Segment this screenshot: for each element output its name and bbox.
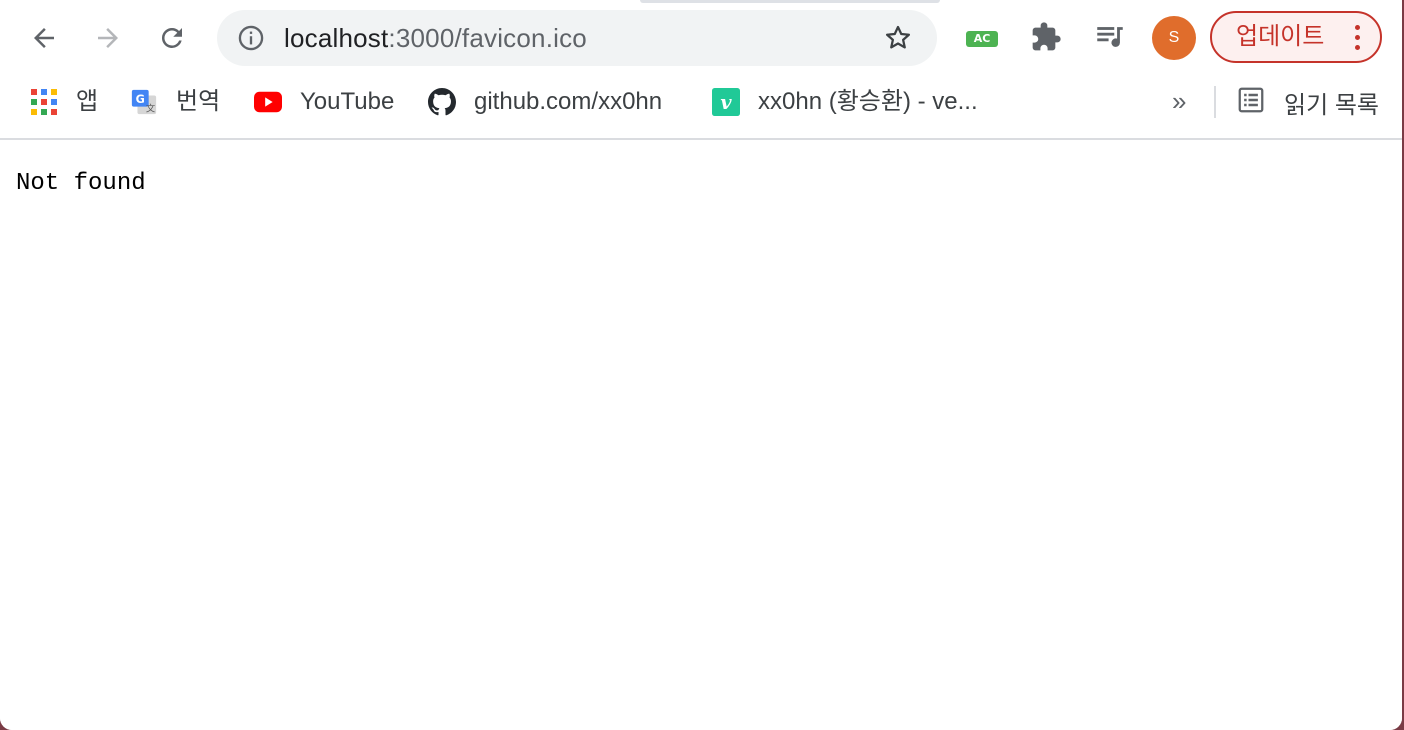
bookmarks-bar: 앱 G文 번역 YouTube github.com/xx0hn v xx0hn… (0, 76, 1402, 140)
playlist-music-icon (1093, 20, 1127, 59)
apps-grid-icon (30, 88, 58, 116)
media-control-button[interactable] (1091, 20, 1129, 58)
ac-extension-button[interactable]: AC (963, 20, 1001, 58)
bookmarks-overflow-button[interactable]: » (1172, 86, 1186, 116)
browser-toolbar: localhost:3000/favicon.ico AC S 업데이트 (0, 0, 1402, 76)
bookmark-youtube[interactable]: YouTube (254, 86, 394, 118)
back-button[interactable] (24, 18, 64, 58)
more-vert-icon (1352, 25, 1362, 51)
reading-list-button[interactable]: 읽기 목록 (1236, 85, 1379, 120)
bookmark-label: github.com/xx0hn (474, 88, 663, 115)
tab-strip-edge (640, 0, 940, 3)
arrow-right-icon (93, 23, 123, 53)
url-path: :3000/favicon.ico (388, 23, 587, 53)
bookmark-label: YouTube (300, 88, 395, 115)
not-found-text: Not found (16, 170, 146, 197)
bookmark-apps[interactable]: 앱 (30, 86, 98, 118)
profile-avatar[interactable]: S (1152, 16, 1196, 60)
url-text[interactable]: localhost:3000/favicon.ico (284, 23, 587, 53)
update-button[interactable]: 업데이트 (1210, 11, 1382, 63)
reload-button[interactable] (152, 18, 192, 58)
velog-icon: v (712, 88, 740, 116)
ac-badge: AC (966, 31, 998, 47)
reading-list-icon (1236, 85, 1266, 120)
arrow-left-icon (29, 23, 59, 53)
reload-icon (157, 23, 187, 53)
bookmark-label: xx0hn (황승환) - ve... (758, 88, 978, 115)
update-label: 업데이트 (1236, 23, 1325, 50)
svg-text:v: v (720, 91, 732, 114)
bookmarks-divider (1214, 86, 1216, 118)
bookmark-velog[interactable]: v xx0hn (황승환) - ve... (712, 86, 978, 118)
info-icon[interactable] (237, 24, 265, 52)
bookmark-label: 앱 (76, 88, 99, 115)
forward-button[interactable] (88, 18, 128, 58)
browser-window: localhost:3000/favicon.ico AC S 업데이트 앱 G… (0, 0, 1402, 730)
puzzle-icon (1030, 21, 1062, 58)
star-icon[interactable] (883, 23, 913, 53)
bookmark-github[interactable]: github.com/xx0hn (428, 86, 662, 118)
bookmark-label: 번역 (176, 88, 221, 115)
reading-list-label: 읽기 목록 (1284, 91, 1379, 119)
address-bar[interactable]: localhost:3000/favicon.ico (217, 10, 937, 66)
youtube-icon (254, 88, 282, 116)
google-translate-icon: G文 (130, 88, 158, 116)
extensions-button[interactable] (1027, 20, 1065, 58)
github-icon (428, 88, 456, 116)
page-content: Not found (0, 140, 1402, 730)
svg-text:文: 文 (146, 102, 155, 114)
url-host: localhost (284, 23, 389, 53)
bookmark-translate[interactable]: G文 번역 (130, 86, 220, 118)
svg-text:G: G (136, 93, 145, 106)
